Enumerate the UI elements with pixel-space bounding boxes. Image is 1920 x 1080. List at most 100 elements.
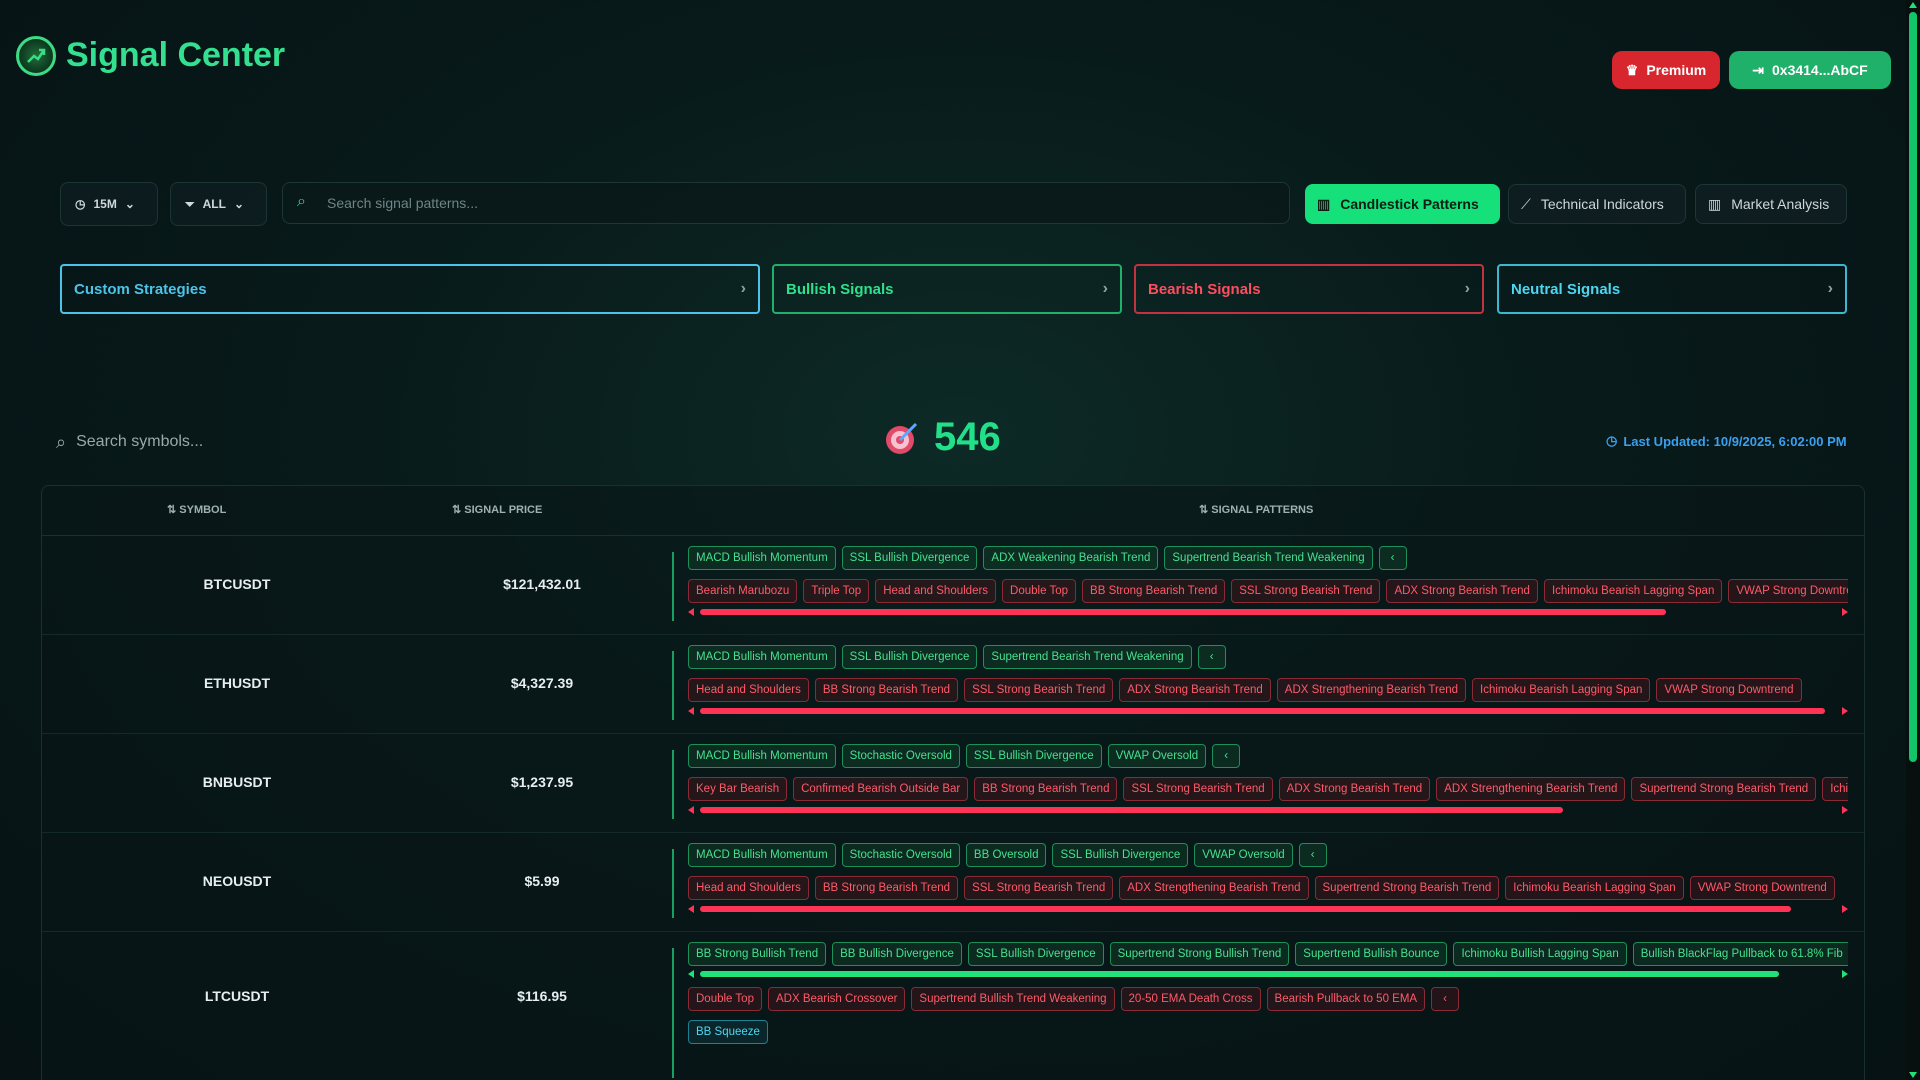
bearish-signal-tag[interactable]: BB Strong Bearish Trend (1082, 579, 1226, 603)
bearish-signal-tag[interactable]: ADX Strong Bearish Trend (1119, 678, 1271, 702)
bearish-signal-tag[interactable]: Supertrend Bullish Trend Weakening (911, 987, 1115, 1011)
bullish-signal-tag[interactable]: VWAP Oversold (1194, 843, 1293, 867)
tag-scrollbar[interactable] (688, 806, 1848, 814)
bearish-signal-tag[interactable]: SSL Strong Bearish Trend (1123, 777, 1273, 801)
table-row[interactable]: BTCUSDT $121,432.01 MACD Bullish Momentum S… (42, 536, 1864, 635)
bullish-signal-tag[interactable]: SSL Bullish Divergence (841, 546, 978, 570)
tag-scrollbar[interactable] (688, 707, 1848, 715)
bearish-signal-tag[interactable]: Bearish Marubozu (688, 579, 798, 603)
bearish-signal-tag[interactable]: Ichimoku Bearish Lagging Span (1822, 777, 1848, 801)
bullish-signal-tag[interactable]: Bullish BlackFlag Pullback to 61.8% Fib (1632, 942, 1848, 966)
bearish-signal-tag[interactable]: ADX Strong Bearish Trend (1278, 777, 1431, 801)
scroll-thumb[interactable] (700, 708, 1825, 714)
price-header[interactable]: ⇅ SIGNAL PRICE (452, 503, 542, 516)
collapse-tags-icon[interactable]: ‹ (1378, 546, 1407, 570)
tag-scrollbar[interactable] (688, 905, 1848, 913)
bearish-signal-tag[interactable]: VWAP Strong Downtrend (1728, 579, 1848, 603)
bearish-signal-tag[interactable]: ADX Strengthening Bearish Trend (1119, 876, 1309, 900)
collapse-tags-icon[interactable]: ‹ (1197, 645, 1226, 669)
bullish-signal-tag[interactable]: SSL Bullish Divergence (967, 942, 1104, 966)
page-scrollbar[interactable] (1906, 0, 1920, 1080)
scroll-left-icon[interactable] (688, 970, 694, 978)
scroll-left-icon[interactable] (688, 806, 694, 814)
table-row[interactable]: NEOUSDT $5.99 MACD Bullish Momentum Stochas… (42, 833, 1864, 932)
bearish-signal-tag[interactable]: Double Top (1002, 579, 1077, 603)
tag-scrollbar[interactable] (688, 608, 1848, 616)
bearish-signal-tag[interactable]: ADX Strong Bearish Trend (1386, 579, 1538, 603)
bullish-signal-tag[interactable]: MACD Bullish Momentum (688, 546, 836, 570)
bearish-signal-tag[interactable]: SSL Strong Bearish Trend (964, 678, 1114, 702)
bullish-signal-tag[interactable]: MACD Bullish Momentum (688, 744, 836, 768)
tab-candlestick-patterns[interactable]: ▥ Candlestick Patterns (1305, 184, 1500, 224)
bullish-signal-tag[interactable]: Supertrend Bearish Trend Weakening (983, 645, 1192, 669)
premium-button[interactable]: ♛ Premium (1612, 51, 1720, 89)
bullish-signal-tag[interactable]: SSL Bullish Divergence (841, 645, 978, 669)
scroll-right-icon[interactable] (1842, 905, 1848, 913)
bearish-signal-tag[interactable]: Bearish Pullback to 50 EMA (1266, 987, 1426, 1011)
neutral-signal-tag[interactable]: BB Squeeze (688, 1020, 768, 1044)
scroll-left-icon[interactable] (688, 608, 694, 616)
bullish-signal-tag[interactable]: MACD Bullish Momentum (688, 645, 836, 669)
bullish-signal-tag[interactable]: Stochastic Oversold (841, 843, 960, 867)
table-row[interactable]: LTCUSDT $116.95 BB Strong Bullish Trend BB … (42, 932, 1864, 1080)
bullish-signal-tag[interactable]: MACD Bullish Momentum (688, 843, 836, 867)
bearish-signal-tag[interactable]: Head and Shoulders (688, 678, 809, 702)
bearish-signal-tag[interactable]: Double Top (688, 987, 762, 1011)
scroll-thumb[interactable] (700, 609, 1666, 615)
scroll-right-icon[interactable] (1842, 970, 1848, 978)
bearish-signal-tag[interactable]: Ichimoku Bearish Lagging Span (1472, 678, 1651, 702)
bearish-signal-tag[interactable]: SSL Strong Bearish Trend (1231, 579, 1381, 603)
collapse-tags-icon[interactable]: ‹ (1212, 744, 1241, 768)
scroll-thumb[interactable] (700, 807, 1563, 813)
bearish-signal-tag[interactable]: Confirmed Bearish Outside Bar (793, 777, 969, 801)
filter-select[interactable]: ⏷ ALL ⌄ (170, 182, 267, 226)
bullish-signal-tag[interactable]: Stochastic Oversold (841, 744, 960, 768)
bullish-signal-tag[interactable]: SSL Bullish Divergence (965, 744, 1102, 768)
tag-scrollbar[interactable] (688, 970, 1848, 978)
bearish-signal-tag[interactable]: Supertrend Strong Bearish Trend (1631, 777, 1817, 801)
bearish-signal-tag[interactable]: BB Strong Bearish Trend (814, 678, 959, 702)
scroll-right-icon[interactable] (1842, 707, 1848, 715)
tab-technical-indicators[interactable]: ⟋ Technical Indicators (1508, 184, 1686, 224)
bearish-signal-tag[interactable]: ADX Strengthening Bearish Trend (1276, 678, 1467, 702)
pattern-search-input[interactable] (327, 183, 1267, 223)
scroll-thumb[interactable] (1909, 12, 1917, 762)
scroll-down-icon[interactable] (1909, 1072, 1917, 1078)
bearish-signal-tag[interactable]: Ichimoku Bearish Lagging Span (1505, 876, 1684, 900)
bearish-signal-tag[interactable]: VWAP Strong Downtrend (1689, 876, 1835, 900)
collapse-tags-icon[interactable]: ‹ (1431, 987, 1460, 1011)
bearish-signal-tag[interactable]: ADX Bearish Crossover (767, 987, 906, 1011)
category-bullish-signals[interactable]: Bullish Signals › (772, 264, 1122, 314)
bearish-signal-tag[interactable]: ADX Strengthening Bearish Trend (1436, 777, 1626, 801)
bullish-signal-tag[interactable]: Ichimoku Bullish Lagging Span (1453, 942, 1627, 966)
bullish-signal-tag[interactable]: ADX Weakening Bearish Trend (983, 546, 1159, 570)
bearish-signal-tag[interactable]: Head and Shoulders (875, 579, 997, 603)
category-bearish-signals[interactable]: Bearish Signals › (1134, 264, 1484, 314)
bearish-signal-tag[interactable]: Supertrend Strong Bearish Trend (1314, 876, 1500, 900)
symbol-search-input[interactable] (76, 433, 337, 451)
collapse-tags-icon[interactable]: ‹ (1298, 843, 1327, 867)
bearish-signal-tag[interactable]: BB Strong Bearish Trend (974, 777, 1118, 801)
bearish-signal-tag[interactable]: Triple Top (803, 579, 870, 603)
wallet-button[interactable]: ⇥ 0x3414...AbCF (1729, 51, 1891, 89)
bullish-signal-tag[interactable]: VWAP Oversold (1107, 744, 1207, 768)
timeframe-select[interactable]: ◷ 15M ⌄ (60, 182, 158, 226)
bearish-signal-tag[interactable]: Head and Shoulders (688, 876, 809, 900)
scroll-left-icon[interactable] (688, 707, 694, 715)
table-row[interactable]: BNBUSDT $1,237.95 MACD Bullish Momentum Sto… (42, 734, 1864, 833)
bearish-signal-tag[interactable]: BB Strong Bearish Trend (814, 876, 959, 900)
category-custom-strategies[interactable]: Custom Strategies › (60, 264, 760, 314)
tab-market-analysis[interactable]: ▥ Market Analysis (1695, 184, 1847, 224)
scroll-up-icon[interactable] (1909, 2, 1917, 8)
scroll-thumb[interactable] (700, 971, 1779, 977)
bullish-signal-tag[interactable]: BB Bullish Divergence (832, 942, 962, 966)
bearish-signal-tag[interactable]: VWAP Strong Downtrend (1656, 678, 1802, 702)
bullish-signal-tag[interactable]: Supertrend Bullish Bounce (1295, 942, 1448, 966)
scroll-right-icon[interactable] (1842, 806, 1848, 814)
bearish-signal-tag[interactable]: Ichimoku Bearish Lagging Span (1543, 579, 1723, 603)
category-neutral-signals[interactable]: Neutral Signals › (1497, 264, 1847, 314)
patterns-header[interactable]: ⇅ SIGNAL PATTERNS (1199, 503, 1313, 516)
scroll-thumb[interactable] (700, 906, 1791, 912)
bullish-signal-tag[interactable]: SSL Bullish Divergence (1052, 843, 1189, 867)
bullish-signal-tag[interactable]: BB Oversold (965, 843, 1047, 867)
